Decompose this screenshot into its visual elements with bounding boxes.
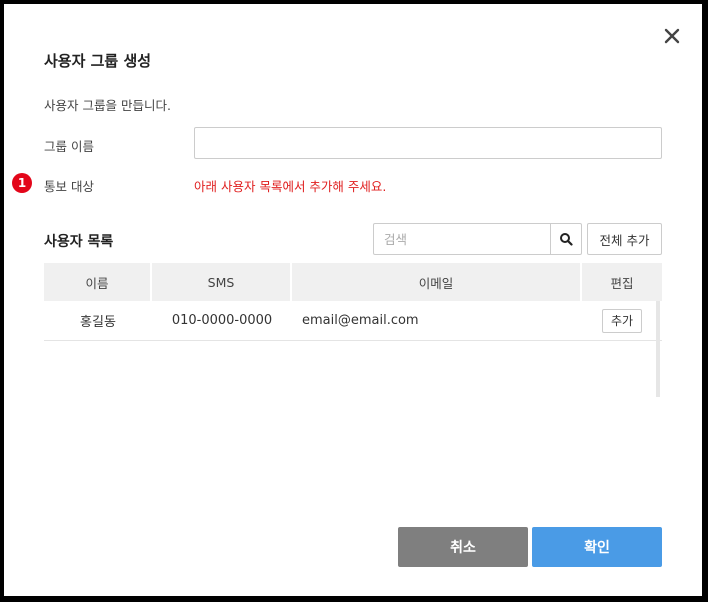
search-button[interactable] [550,224,581,254]
table-row: 홍길동 010-0000-0000 email@email.com 추가 [44,301,662,341]
cell-name: 홍길동 [80,315,116,330]
add-all-button[interactable]: 전체 추가 [587,223,662,255]
dialog-title: 사용자 그룹 생성 [44,52,152,70]
group-name-label: 그룹 이름 [44,139,94,154]
notify-target-label: 통보 대상 [44,179,94,194]
column-header-email: 이메일 [292,263,582,301]
column-header-sms: SMS [152,263,292,301]
search-icon [560,233,573,246]
dialog-description: 사용자 그룹을 만듭니다. [44,98,171,113]
search-box [373,223,582,255]
user-table: 이름 SMS 이메일 편집 홍길동 010-0000-0000 email@em… [44,263,662,397]
notify-warning-text: 아래 사용자 목록에서 추가해 주세요. [194,179,387,194]
search-input[interactable] [374,224,550,254]
column-header-edit: 편집 [610,275,634,291]
close-icon[interactable] [662,26,682,46]
cell-email: email@email.com [302,313,419,328]
step-badge: 1 [12,173,32,193]
user-group-dialog: 사용자 그룹 생성 사용자 그룹을 만듭니다. 그룹 이름 1 통보 대상 아래… [4,4,702,596]
table-scrollbar[interactable] [656,301,660,397]
row-add-button[interactable]: 추가 [602,308,642,333]
column-header-name: 이름 [44,263,152,301]
table-body: 홍길동 010-0000-0000 email@email.com 추가 [44,301,662,397]
confirm-button[interactable]: 확인 [532,527,662,567]
cell-edit: 추가 [582,301,662,340]
user-list-title: 사용자 목록 [44,234,114,250]
cancel-button[interactable]: 취소 [398,527,528,567]
cell-sms: 010-0000-0000 [171,313,273,328]
group-name-input[interactable] [194,127,662,159]
table-header: 이름 SMS 이메일 편집 [44,263,662,301]
